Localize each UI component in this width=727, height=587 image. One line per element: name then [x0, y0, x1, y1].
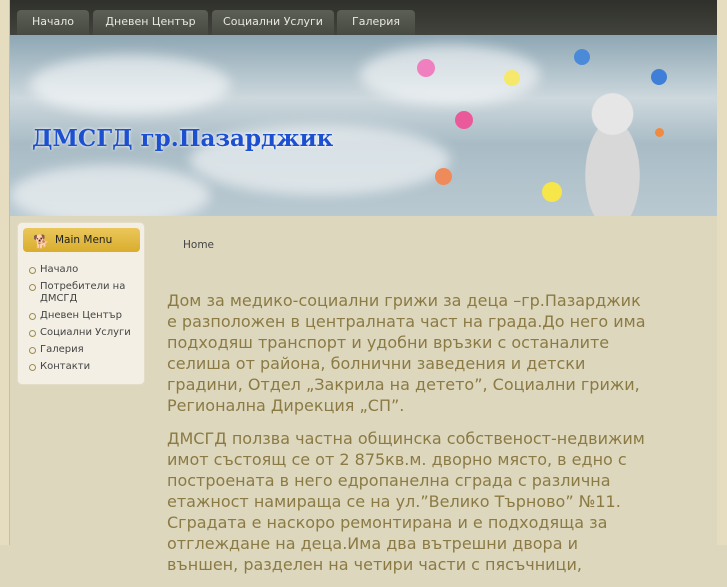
paragraph: ДМСГД ползва частна общинска собственост…: [167, 429, 645, 574]
tab-social-services[interactable]: Социални Услуги: [212, 10, 334, 35]
tab-gallery[interactable]: Галерия: [337, 10, 415, 35]
top-navigation: Начало Дневен Център Социални Услуги Гал…: [10, 0, 717, 35]
main-menu-title: Main Menu: [55, 234, 113, 246]
menu-item-day-center[interactable]: Дневен Център: [29, 310, 139, 322]
breadcrumb[interactable]: Home: [183, 239, 214, 251]
menu-item-gallery[interactable]: Галерия: [29, 344, 139, 356]
menu-item-home[interactable]: Начало: [29, 264, 139, 276]
right-border: [717, 0, 727, 545]
dog-icon: 🐕: [33, 235, 50, 250]
article-content: Дом за медико-социални грижи за деца –гр…: [167, 290, 647, 587]
main-menu-header: 🐕 Main Menu: [23, 228, 140, 252]
left-border: [0, 0, 10, 545]
tab-home[interactable]: Начало: [17, 10, 89, 35]
site-title: ДМСГД гр.Пазарджик: [32, 125, 334, 152]
header-banner: ДМСГД гр.Пазарджик: [10, 35, 717, 216]
menu-item-contacts[interactable]: Контакти: [29, 361, 139, 373]
paragraph: Дом за медико-социални грижи за деца –гр…: [167, 291, 646, 415]
baby-image: [565, 80, 660, 216]
menu-item-users[interactable]: Потребители на ДМСГД: [29, 281, 139, 305]
main-menu-panel: 🐕 Main Menu Начало Потребители на ДМСГД Д…: [17, 222, 145, 385]
menu-item-social-services[interactable]: Социални Услуги: [29, 327, 139, 339]
tab-day-center[interactable]: Дневен Център: [93, 10, 208, 35]
